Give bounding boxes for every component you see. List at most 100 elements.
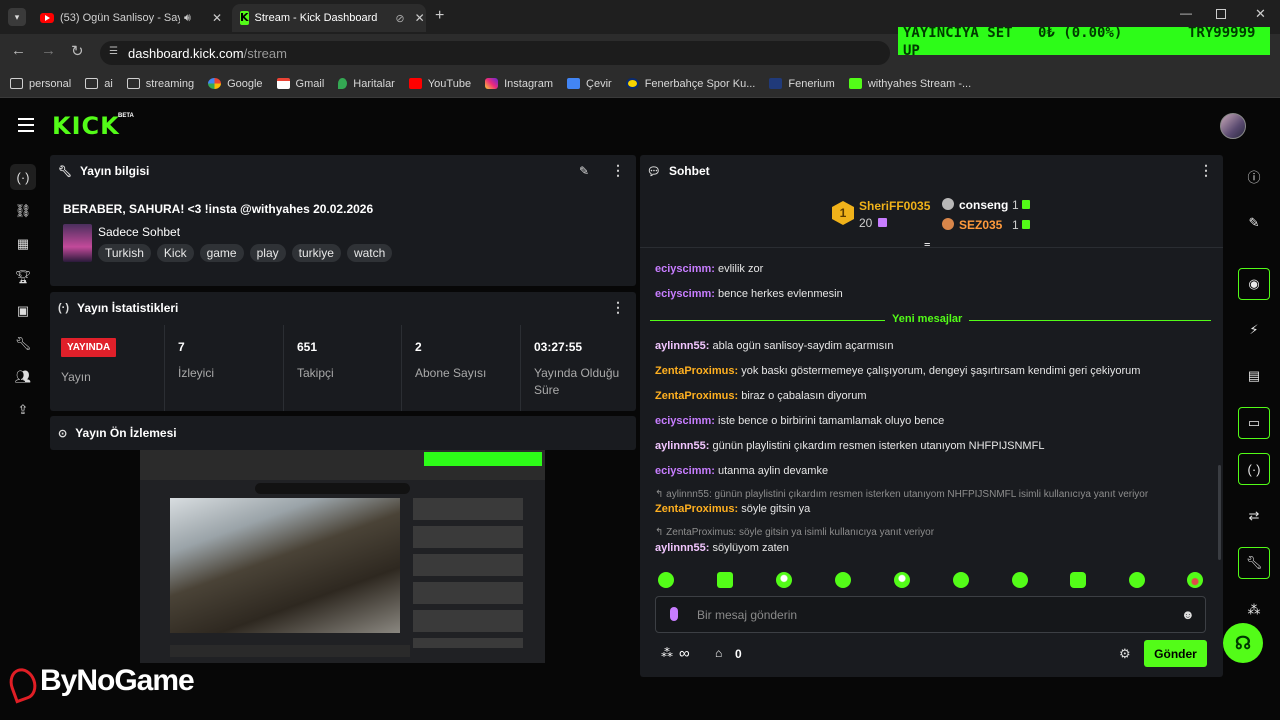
chat-username[interactable]: eciyscimm xyxy=(655,415,711,427)
category-name[interactable]: Sadece Sohbet xyxy=(98,225,180,239)
link-nav-icon[interactable]: ⛓ xyxy=(10,198,36,224)
users-nav-icon[interactable]: 👥︎ xyxy=(10,364,36,390)
lightning-icon[interactable]: ⚡︎ xyxy=(1238,314,1270,346)
emoji-picker-icon[interactable]: ☻ xyxy=(1181,607,1195,622)
chat-message[interactable]: aylinnn55: söylüyom zaten xyxy=(655,542,789,554)
trophy-nav-icon[interactable]: 🏆︎ xyxy=(10,264,36,290)
tag[interactable]: play xyxy=(249,244,286,262)
leaderboard-collapse-icon[interactable]: ≡ xyxy=(924,240,930,252)
chat-message[interactable]: aylinnn55: abla ogün sanlisoy-saydim aça… xyxy=(655,340,893,352)
chat-message[interactable]: eciyscimm: evlilik zor xyxy=(655,263,763,275)
close-window-icon[interactable]: ✕ xyxy=(1255,6,1266,22)
emote-icon[interactable] xyxy=(835,572,851,588)
bookmark-kick-stream[interactable]: withyahes Stream -... xyxy=(848,78,971,90)
channel-points-icon[interactable]: ⁂ xyxy=(661,646,673,660)
emote-icon[interactable] xyxy=(1012,572,1028,588)
emote-icon[interactable] xyxy=(776,572,792,588)
chat-username[interactable]: ZentaProximus xyxy=(655,390,734,402)
more-options-icon[interactable]: ⋮ xyxy=(611,162,625,179)
analytics-nav-icon[interactable]: ▦ xyxy=(10,231,36,257)
tag[interactable]: turkiye xyxy=(291,244,341,262)
tag[interactable]: game xyxy=(199,244,244,262)
edit-icon[interactable]: ✎ xyxy=(579,164,589,178)
restore-icon[interactable] xyxy=(1216,9,1226,19)
notes-icon[interactable]: ▤ xyxy=(1238,360,1270,392)
chat-message[interactable]: ZentaProximus: söyle gitsin ya xyxy=(655,503,810,515)
tag[interactable]: watch xyxy=(346,244,393,262)
emote-icon[interactable] xyxy=(894,572,910,588)
chat-message-input[interactable]: Bir mesaj gönderin ☻ xyxy=(655,596,1206,633)
broadcast-tool-icon[interactable]: (·) xyxy=(1238,453,1270,485)
more-options-icon[interactable]: ⋮ xyxy=(611,299,625,316)
close-tab-icon[interactable]: ✕ xyxy=(212,11,222,25)
bookmark-youtube[interactable]: YouTube xyxy=(408,78,471,90)
chat-message[interactable]: aylinnn55: günün playlistini çıkardım re… xyxy=(655,440,1044,452)
browser-tab-kick[interactable]: K Stream - Kick Dashboard ⊘ ✕ xyxy=(232,4,426,32)
chat-message[interactable]: eciyscimm: utanma aylin devamke xyxy=(655,465,828,477)
bookmark-maps[interactable]: Haritalar xyxy=(338,78,395,90)
chat-more-options-icon[interactable]: ⋮ xyxy=(1199,162,1213,179)
back-icon[interactable]: ← xyxy=(11,42,26,59)
microphone-icon[interactable] xyxy=(670,607,678,621)
reload-icon[interactable]: ↻ xyxy=(71,42,84,60)
chat-message[interactable]: eciyscimm: iste bence o birbirini tamaml… xyxy=(655,415,944,427)
bookmark-folder-personal[interactable]: personal xyxy=(10,78,71,90)
stream-nav-icon[interactable]: (·) xyxy=(10,164,36,190)
address-bar[interactable]: ☰ dashboard.kick.com/stream xyxy=(100,41,890,65)
headset-support-icon[interactable]: ☊ xyxy=(1223,623,1263,663)
speaker-icon[interactable]: 🔊︎ xyxy=(184,12,191,25)
emote-icon[interactable] xyxy=(717,572,733,588)
chat-username[interactable]: aylinnn55 xyxy=(655,440,706,452)
leader-first-name[interactable]: SheriFF0035 xyxy=(859,199,930,213)
avatar[interactable] xyxy=(1220,113,1246,139)
chat-message[interactable]: ZentaProximus: biraz o çabalasın diyorum xyxy=(655,390,867,402)
chat-message[interactable]: eciyscimm: bence herkes evlenmesin xyxy=(655,288,843,300)
info-icon[interactable]: ⓘ xyxy=(1238,160,1270,192)
bookmark-folder-ai[interactable]: ai xyxy=(85,78,113,90)
bookmark-translate[interactable]: Çevir xyxy=(567,78,612,90)
new-tab-icon[interactable]: + xyxy=(435,7,444,25)
chat-message[interactable]: ZentaProximus: yok baskı göstermemeye ça… xyxy=(655,365,1140,377)
chat-username[interactable]: ZentaProximus xyxy=(655,365,734,377)
bookmark-fenerbahce[interactable]: Fenerbahçe Spor Ku... xyxy=(625,78,755,90)
emote-icon[interactable] xyxy=(1187,572,1203,588)
menu-icon[interactable] xyxy=(18,118,34,132)
screenshot-tool-icon[interactable]: ◉ xyxy=(1238,268,1270,300)
chat-username[interactable]: aylinnn55 xyxy=(655,542,706,554)
browser-tab-youtube[interactable]: (53) Ogün Sanlisoy - Saydim 🔊︎ ✕ xyxy=(32,4,230,32)
close-tab-icon[interactable]: ✕ xyxy=(415,11,425,25)
leader-second-name[interactable]: conseng xyxy=(959,198,1008,212)
bookmark-google[interactable]: Google xyxy=(208,78,263,90)
forward-icon[interactable]: → xyxy=(41,42,56,59)
tag[interactable]: Kick xyxy=(156,244,194,262)
chat-username[interactable]: eciyscimm xyxy=(655,465,711,477)
video-nav-icon[interactable]: ▣ xyxy=(10,298,36,324)
emote-icon[interactable] xyxy=(953,572,969,588)
minimize-icon[interactable]: — xyxy=(1180,6,1192,20)
share-icon[interactable]: ⁂ xyxy=(1238,594,1270,626)
emote-icon[interactable] xyxy=(1070,572,1086,588)
site-settings-icon[interactable]: ☰ xyxy=(109,46,118,57)
chat-scrollbar[interactable] xyxy=(1218,465,1221,560)
emote-icon[interactable] xyxy=(1129,572,1145,588)
bookmark-folder-streaming[interactable]: streaming xyxy=(126,78,194,90)
emote-icon[interactable] xyxy=(658,572,674,588)
muted-speaker-icon[interactable]: ⊘ xyxy=(395,12,404,25)
wrench-nav-icon[interactable]: 🔧︎ xyxy=(10,331,36,357)
bookmark-gmail[interactable]: Gmail xyxy=(276,78,324,90)
wrench-tool-icon[interactable]: 🔧︎ xyxy=(1238,547,1270,579)
chat-tool-icon[interactable]: ▭ xyxy=(1238,407,1270,439)
chat-username[interactable]: eciyscimm xyxy=(655,263,711,275)
edit-tool-icon[interactable]: ✎ xyxy=(1238,207,1270,239)
kick-logo[interactable]: KICK xyxy=(52,112,120,140)
leader-third-name[interactable]: SEZ035 xyxy=(959,218,1002,232)
chat-username[interactable]: ZentaProximus xyxy=(655,503,734,515)
tag[interactable]: Turkish xyxy=(98,244,151,262)
chat-username[interactable]: aylinnn55 xyxy=(655,340,706,352)
chat-username[interactable]: eciyscimm xyxy=(655,288,711,300)
send-button[interactable]: Gönder xyxy=(1144,640,1207,667)
scene-switch-icon[interactable]: ⇄ xyxy=(1238,500,1270,532)
bookmark-instagram[interactable]: Instagram xyxy=(485,78,553,90)
store-icon[interactable]: ⌂ xyxy=(715,646,722,660)
upload-nav-icon[interactable]: ⇪ xyxy=(10,397,36,423)
